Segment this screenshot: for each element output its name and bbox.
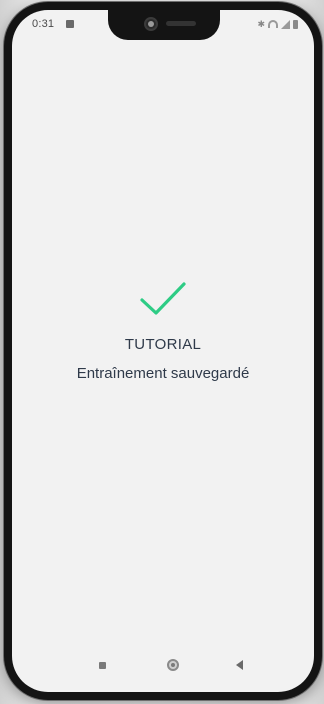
- home-icon[interactable]: [167, 659, 179, 671]
- confirmation-panel: TUTORIAL Entraînement sauvegardé: [12, 280, 314, 382]
- back-icon[interactable]: [236, 660, 243, 670]
- bluetooth-icon: ✱: [257, 19, 265, 29]
- status-time: 0:31: [32, 18, 55, 30]
- phone-frame: 0:31 ✱ TUTORIAL Entraînement sauvegardé: [4, 2, 322, 700]
- confirmation-title: TUTORIAL: [124, 336, 202, 353]
- recent-apps-icon[interactable]: [99, 662, 106, 669]
- front-camera-icon: [144, 17, 158, 31]
- phone-screen: 0:31 ✱ TUTORIAL Entraînement sauvegardé: [12, 10, 314, 692]
- checkmark-icon: [140, 282, 186, 315]
- earpiece-speaker: [166, 21, 196, 26]
- signal-icon: [281, 19, 290, 29]
- message-icon: [66, 20, 74, 28]
- camera-notch: [108, 10, 220, 40]
- navigation-bar: [12, 650, 314, 680]
- status-icons: ✱: [257, 17, 298, 31]
- confirmation-message: Entraînement sauvegardé: [76, 365, 250, 382]
- battery-icon: [293, 19, 298, 29]
- wifi-icon: [268, 20, 278, 28]
